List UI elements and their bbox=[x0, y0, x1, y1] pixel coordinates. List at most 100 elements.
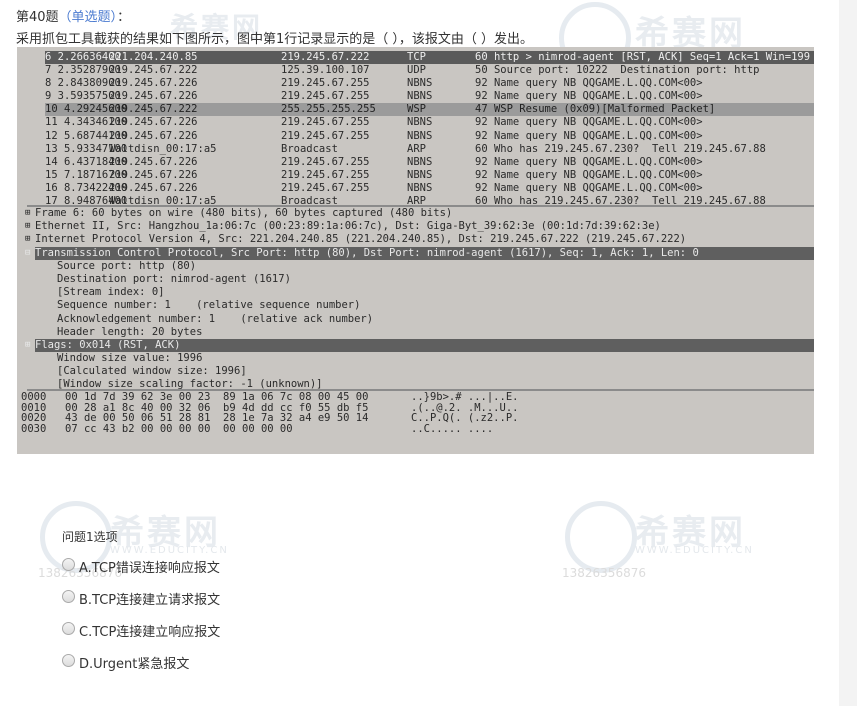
question-suffix: ： bbox=[117, 10, 131, 25]
watermark-logo-icon bbox=[565, 501, 637, 573]
packet-source: 219.245.67.226 bbox=[109, 168, 198, 181]
packet-no-time: 7 2.35287900 bbox=[45, 64, 121, 77]
radio-button[interactable] bbox=[62, 622, 75, 635]
packet-protocol: WSP bbox=[407, 103, 426, 116]
hex-dump: 0000 00 1d 7d 39 62 3e 00 23 89 1a 06 7c … bbox=[21, 392, 811, 434]
radio-button[interactable] bbox=[62, 558, 75, 571]
watermark-phone: 13826356876 bbox=[562, 566, 646, 580]
capture-screenshot: 6 2.26636400 221.204.240.85 219.245.67.222… bbox=[17, 47, 814, 454]
packet-destination: 219.245.67.255 bbox=[281, 90, 370, 103]
packet-row[interactable]: 6 2.26636400 221.204.240.85 219.245.67.222… bbox=[45, 51, 814, 65]
packet-info: 60 Who has 219.245.67.230? Tell 219.245.… bbox=[475, 142, 766, 155]
packet-destination: 255.255.255.255 bbox=[281, 103, 376, 116]
packet-row[interactable]: 14 6.43718400 219.245.67.226 219.245.67.25… bbox=[45, 156, 814, 169]
hex-ascii: ..}9b>.# ...|..E. bbox=[411, 391, 519, 403]
packet-no-time: 10 4.29245600 bbox=[45, 103, 128, 116]
hex-row: 0030 07 cc 43 b2 00 00 00 00 00 00 00 00.… bbox=[21, 422, 811, 435]
packet-row[interactable]: 13 5.93347100 Waltdisn_00:17:a5 Broadcast A… bbox=[45, 143, 814, 156]
detail-line[interactable]: [Stream index: 0] bbox=[35, 286, 814, 299]
packet-no-time: 6 2.26636400 bbox=[45, 51, 121, 63]
detail-line[interactable]: Destination port: nimrod-agent (1617) bbox=[35, 273, 814, 286]
packet-info: 50 Source port: 10222 Destination port: … bbox=[475, 64, 760, 77]
hex-offset: 0030 bbox=[21, 422, 47, 435]
expand-toggle-icon[interactable]: ⊞ bbox=[25, 220, 30, 233]
packet-row[interactable]: 9 3.59357500 219.245.67.226 219.245.67.255… bbox=[45, 90, 814, 103]
detail-line[interactable]: ⊞ Internet Protocol Version 4, Src: 221.2… bbox=[25, 233, 814, 246]
expand-toggle-icon[interactable]: ⊞ bbox=[25, 233, 30, 246]
packet-info: 92 Name query NB QQGAME.L.QQ.COM<00> bbox=[475, 129, 703, 142]
detail-text: Source port: http (80) bbox=[57, 259, 197, 272]
packet-protocol: NBNS bbox=[407, 77, 433, 90]
packet-destination: 125.39.100.107 bbox=[281, 64, 370, 77]
detail-text: Header length: 20 bytes bbox=[57, 325, 203, 338]
question-number: 第40题 bbox=[16, 10, 59, 25]
packet-destination: 219.245.67.255 bbox=[281, 129, 370, 142]
packet-no-time: 16 8.73422400 bbox=[45, 181, 128, 194]
option-label: D.Urgent紧急报文 bbox=[79, 657, 190, 672]
hex-offset: 0020 bbox=[21, 412, 47, 424]
packet-row[interactable]: 15 7.18716700 219.245.67.226 219.245.67.25… bbox=[45, 169, 814, 182]
packet-destination: 219.245.67.255 bbox=[281, 116, 370, 129]
hex-bytes: 43 de 00 50 06 51 28 81 28 1e 7a 32 a4 e… bbox=[65, 412, 369, 424]
packet-source: 219.245.67.226 bbox=[109, 155, 198, 168]
packet-protocol: NBNS bbox=[407, 129, 433, 142]
detail-text: Window size value: 1996 bbox=[57, 352, 203, 365]
packet-no-time: 15 7.18716700 bbox=[45, 168, 128, 181]
packet-source: 219.245.67.226 bbox=[109, 90, 198, 103]
detail-line[interactable]: ⊟ Transmission Control Protocol, Src Port… bbox=[25, 246, 814, 260]
packet-row[interactable]: 16 8.73422400 219.245.67.226 219.245.67.25… bbox=[45, 182, 814, 195]
packet-destination: 219.245.67.255 bbox=[281, 181, 370, 194]
watermark-bottom-right: 希赛网 WWW.EDUCITY.CN bbox=[565, 501, 765, 573]
packet-row[interactable]: 11 4.34346100 219.245.67.226 219.245.67.25… bbox=[45, 116, 814, 129]
packet-destination: 219.245.67.255 bbox=[281, 168, 370, 181]
packet-row[interactable]: 8 2.84380900 219.245.67.226 219.245.67.255… bbox=[45, 77, 814, 90]
detail-line[interactable]: Sequence number: 1 (relative sequence nu… bbox=[35, 299, 814, 312]
packet-info: 92 Name query NB QQGAME.L.QQ.COM<00> bbox=[475, 168, 703, 181]
hex-bytes: 07 cc 43 b2 00 00 00 00 00 00 00 00 bbox=[65, 422, 293, 435]
packet-info: 92 Name query NB QQGAME.L.QQ.COM<00> bbox=[475, 90, 703, 103]
detail-line[interactable]: Window size value: 1996 bbox=[35, 352, 814, 365]
packet-source: 219.245.67.226 bbox=[109, 116, 198, 129]
detail-line[interactable]: ⊞ Frame 6: 60 bytes on wire (480 bits), 6… bbox=[25, 207, 814, 220]
right-gutter bbox=[839, 0, 857, 706]
packet-info: 92 Name query NB QQGAME.L.QQ.COM<00> bbox=[475, 155, 703, 168]
detail-text: Acknowledgement number: 1 (relative ack … bbox=[57, 312, 374, 325]
packet-destination: Broadcast bbox=[281, 142, 338, 155]
detail-text: Ethernet II, Src: Hangzhou_1a:06:7c (00:… bbox=[35, 220, 661, 233]
packet-row[interactable]: 7 2.35287900 219.245.67.222 125.39.100.107… bbox=[45, 64, 814, 77]
packet-no-time: 8 2.84380900 bbox=[45, 77, 121, 90]
detail-text: Internet Protocol Version 4, Src: 221.20… bbox=[35, 233, 687, 246]
detail-line[interactable]: Acknowledgement number: 1 (relative ack … bbox=[35, 313, 814, 326]
packet-source: 221.204.240.85 bbox=[109, 51, 198, 63]
hex-ascii: C..P.Q(. (.z2..P. bbox=[411, 412, 519, 424]
radio-button[interactable] bbox=[62, 654, 75, 667]
packet-protocol: NBNS bbox=[407, 155, 433, 168]
detail-line[interactable]: [Calculated window size: 1996] bbox=[35, 365, 814, 378]
packet-protocol: NBNS bbox=[407, 90, 433, 103]
detail-line[interactable]: Header length: 20 bytes bbox=[35, 326, 814, 339]
packet-source: Waltdisn_00:17:a5 bbox=[109, 142, 217, 155]
radio-button[interactable] bbox=[62, 590, 75, 603]
expand-toggle-icon[interactable]: ⊟ bbox=[25, 247, 30, 260]
detail-line[interactable]: ⊞ Ethernet II, Src: Hangzhou_1a:06:7c (00… bbox=[25, 220, 814, 233]
packet-protocol: ARP bbox=[407, 142, 426, 155]
packet-no-time: 13 5.93347100 bbox=[45, 142, 128, 155]
packet-row[interactable]: 12 5.68744100 219.245.67.226 219.245.67.25… bbox=[45, 130, 814, 143]
detail-line[interactable]: Source port: http (80) bbox=[35, 260, 814, 273]
question-header: 第40题（单选题）： bbox=[16, 6, 130, 25]
packet-info: 60 http > nimrod-agent [RST, ACK] Seq=1 … bbox=[475, 51, 811, 63]
packet-no-time: 14 6.43718400 bbox=[45, 155, 128, 168]
expand-toggle-icon[interactable]: ⊞ bbox=[25, 207, 30, 220]
packet-protocol: TCP bbox=[407, 51, 426, 63]
hex-row: 0020 43 de 00 50 06 51 28 81 28 1e 7a 32 … bbox=[21, 413, 811, 424]
hex-bytes: 00 1d 7d 39 62 3e 00 23 89 1a 06 7c 08 0… bbox=[65, 391, 369, 403]
packet-no-time: 12 5.68744100 bbox=[45, 129, 128, 142]
watermark-url: WWW.EDUCITY.CN bbox=[635, 545, 754, 556]
packet-source: 219.245.67.226 bbox=[109, 181, 198, 194]
detail-text: Frame 6: 60 bytes on wire (480 bits), 60… bbox=[35, 207, 453, 219]
packet-row[interactable]: 10 4.29245600 219.245.67.222 255.255.255.2… bbox=[45, 103, 814, 117]
detail-text: Transmission Control Protocol, Src Port:… bbox=[35, 246, 699, 259]
packet-info: 92 Name query NB QQGAME.L.QQ.COM<00> bbox=[475, 181, 703, 194]
expand-toggle-icon[interactable]: ⊞ bbox=[25, 339, 30, 352]
detail-line[interactable]: ⊞ Flags: 0x014 (RST, ACK) bbox=[25, 338, 814, 353]
